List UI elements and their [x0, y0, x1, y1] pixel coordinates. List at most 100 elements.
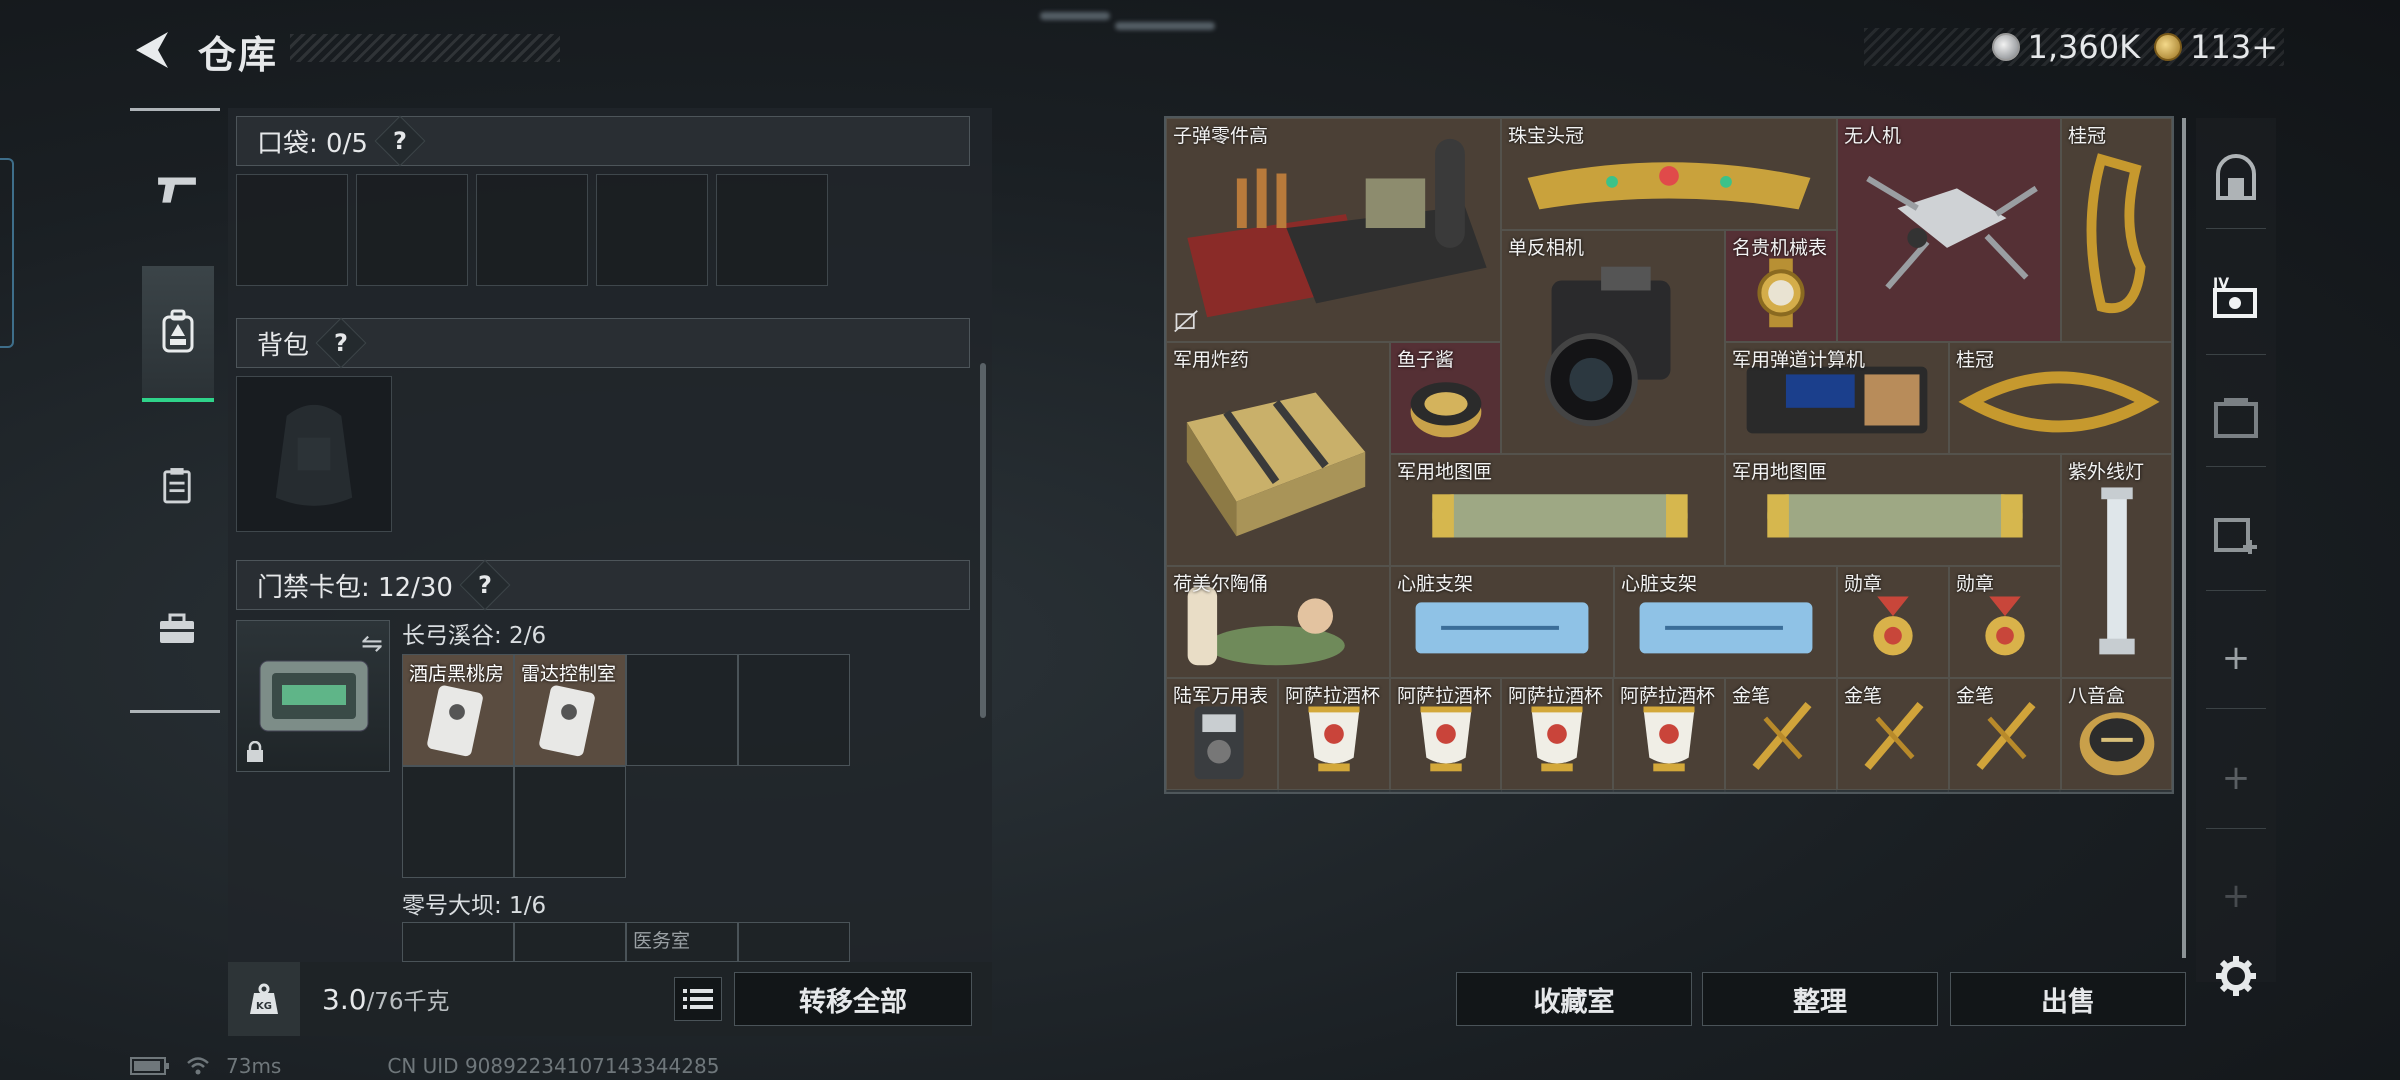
- sell-button[interactable]: 出售: [1950, 972, 2186, 1026]
- stash-item[interactable]: 八音盒: [2061, 678, 2172, 790]
- backpack-slot[interactable]: [236, 376, 392, 532]
- stash-item[interactable]: 金笔: [1837, 678, 1949, 790]
- stash-item[interactable]: 军用地图匣: [1725, 454, 2061, 566]
- stash-item[interactable]: 阿萨拉酒杯: [1278, 678, 1390, 790]
- nav-vest[interactable]: [142, 450, 212, 520]
- stash-item[interactable]: 心脏支架: [1614, 566, 1837, 678]
- title-decoration: [290, 34, 560, 62]
- item-name: 无人机: [1844, 125, 1902, 147]
- keycard-slot[interactable]: [402, 922, 514, 962]
- pocket-help-button[interactable]: ?: [374, 115, 426, 167]
- item-name: 桂冠: [1956, 349, 1995, 371]
- stash-item[interactable]: 紫外线灯: [2061, 454, 2172, 678]
- stash-item[interactable]: 勋章: [1949, 566, 2061, 678]
- keycard-slot[interactable]: [514, 766, 626, 878]
- swap-icon[interactable]: ⇋: [361, 629, 383, 659]
- gold-coin-icon: [2154, 33, 2183, 61]
- stash-scrollbar[interactable]: [2182, 118, 2186, 958]
- stash-item[interactable]: 桂冠: [1949, 342, 2172, 454]
- stash-tabs: IV + + +: [2196, 118, 2276, 996]
- keycard-slot[interactable]: [402, 766, 514, 878]
- pocket-label: 口袋: 0/5: [257, 128, 368, 159]
- stash-item[interactable]: 军用弹道计算机: [1725, 342, 1949, 454]
- keycard-slot[interactable]: [738, 922, 850, 962]
- list-view-button[interactable]: [674, 977, 722, 1021]
- stash-item[interactable]: 军用地图匣: [1390, 454, 1725, 566]
- item-name: 心脏支架: [1621, 573, 1698, 595]
- pocket-slot[interactable]: [596, 174, 708, 286]
- stash-locked-icon: [2214, 398, 2258, 438]
- tab-vault[interactable]: [2206, 148, 2266, 208]
- keycard-slot[interactable]: [738, 654, 850, 766]
- stash-item[interactable]: 心脏支架: [1390, 566, 1614, 678]
- pocket-header: 口袋: 0/5 ?: [236, 115, 970, 167]
- weight-max: /76千克: [366, 989, 450, 1015]
- nav-toolbox[interactable]: [142, 594, 212, 664]
- stash-item[interactable]: 鱼子酱: [1390, 342, 1501, 454]
- sort-button[interactable]: 整理: [1702, 972, 1938, 1026]
- stash-item[interactable]: 荷美尔陶俑: [1166, 566, 1390, 678]
- backpack-help-button[interactable]: ?: [315, 317, 367, 369]
- stash-item[interactable]: 军用炸药: [1166, 342, 1390, 566]
- item-name: 金笔: [1844, 685, 1883, 707]
- item-name: 陆军万用表: [1173, 685, 1269, 707]
- stash-item[interactable]: 名贵机械表: [1725, 230, 1837, 342]
- add-stash-slot-button[interactable]: +: [2206, 748, 2266, 808]
- keycard-name: 医务室: [633, 930, 691, 952]
- back-button[interactable]: [128, 26, 176, 74]
- currency-gold[interactable]: 113+: [2154, 28, 2278, 66]
- stash-item[interactable]: 陆军万用表: [1166, 678, 1278, 790]
- item-name: 桂冠: [2068, 125, 2107, 147]
- keycard-slot[interactable]: 酒店黑桃房: [402, 654, 514, 766]
- keycard-case-slot[interactable]: ⇋: [236, 620, 390, 772]
- stash-item[interactable]: 子弹零件高: [1166, 118, 1501, 342]
- backpack-header: 背包 ?: [236, 317, 970, 369]
- tab-divider: [2206, 354, 2266, 355]
- item-name: 八音盒: [2068, 685, 2126, 707]
- item-name: 军用弹道计算机: [1732, 349, 1866, 371]
- side-drawer-handle[interactable]: [0, 158, 14, 348]
- keycard-slot[interactable]: 雷达控制室: [514, 654, 626, 766]
- weight-readout: 3.0/76千克: [322, 982, 450, 1016]
- keycard-slot[interactable]: [514, 922, 626, 962]
- item-name: 心脏支架: [1397, 573, 1474, 595]
- stash-item[interactable]: 金笔: [1725, 678, 1837, 790]
- panel-scrollbar[interactable]: [980, 363, 986, 718]
- tab-stash-add[interactable]: [2206, 504, 2266, 564]
- status-bar: 73ms CN UID 9089223410714334428​5: [130, 1054, 719, 1078]
- stash-item[interactable]: 珠宝头冠: [1501, 118, 1837, 230]
- stash-item[interactable]: 阿萨拉酒杯: [1501, 678, 1613, 790]
- pocket-slot[interactable]: [356, 174, 468, 286]
- collection-room-button[interactable]: 收藏室: [1456, 972, 1692, 1026]
- stash-item[interactable]: 阿萨拉酒杯: [1390, 678, 1501, 790]
- pocket-slot[interactable]: [476, 174, 588, 286]
- keycard-help-button[interactable]: ?: [459, 559, 511, 611]
- keycard-icon: [539, 685, 595, 757]
- keycard-slot[interactable]: [626, 654, 738, 766]
- settings-button[interactable]: [2206, 946, 2266, 1006]
- add-stash-slot-button[interactable]: +: [2206, 866, 2266, 926]
- ping-readout: 73ms: [226, 1054, 282, 1078]
- add-stash-slot-button[interactable]: +: [2206, 628, 2266, 688]
- currency-silver-value: 1,360K: [2027, 28, 2141, 66]
- stash-item[interactable]: 单反相机: [1501, 230, 1725, 454]
- pocket-slot[interactable]: [236, 174, 348, 286]
- pocket-slot[interactable]: [716, 174, 828, 286]
- stash-item[interactable]: 阿萨拉酒杯: [1613, 678, 1725, 790]
- help-icon: ?: [477, 570, 492, 599]
- plus-icon: +: [2221, 758, 2251, 798]
- keycard-header: 门禁卡包: 12/30 ?: [236, 559, 970, 611]
- tab-stash-4[interactable]: IV: [2206, 266, 2266, 326]
- item-name: 子弹零件高: [1173, 125, 1269, 147]
- stash-item[interactable]: 桂冠: [2061, 118, 2172, 342]
- lock-icon: [247, 741, 263, 762]
- keycard-icon: [427, 685, 483, 757]
- nav-weapon[interactable]: [142, 154, 212, 224]
- currency-silver[interactable]: 1,360K: [1991, 28, 2141, 66]
- stash-item[interactable]: 金笔: [1949, 678, 2061, 790]
- stash-item[interactable]: 勋章: [1837, 566, 1949, 678]
- nav-backpack[interactable]: [142, 266, 214, 402]
- stash-item[interactable]: 无人机: [1837, 118, 2061, 342]
- tab-stash-locked[interactable]: [2206, 386, 2266, 446]
- transfer-all-button[interactable]: 转移全部: [734, 972, 972, 1026]
